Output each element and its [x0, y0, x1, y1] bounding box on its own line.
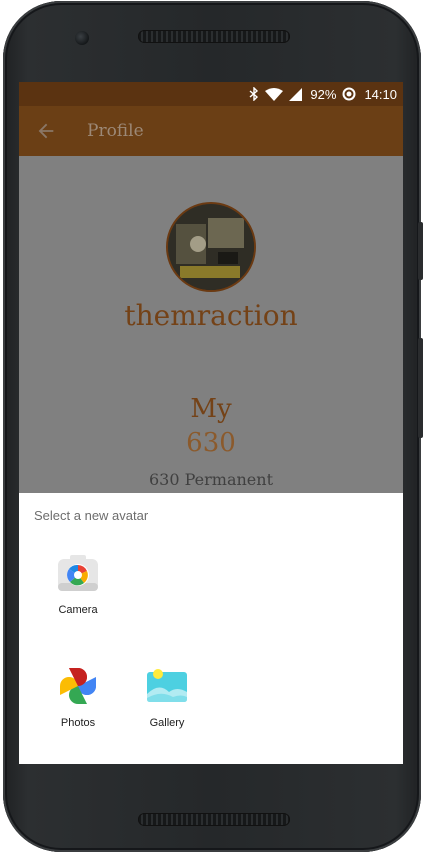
top-speaker: [138, 30, 290, 43]
camera-app-icon: [58, 555, 98, 591]
sheet-title: Select a new avatar: [34, 508, 149, 523]
points-count: 630: [186, 428, 236, 458]
screen: 92% 14:10 Profile themraction My 630 630…: [19, 82, 403, 764]
gallery-app-icon: [147, 669, 187, 702]
clock-text: 14:10: [364, 86, 397, 102]
photos-app-option[interactable]: Photos: [34, 664, 122, 729]
profile-content: themraction My 630 630 Permanent: [19, 156, 403, 496]
avatar-chooser-sheet: Select a new avatar Camera Photos Galler…: [19, 493, 403, 764]
camera-app-label: Camera: [58, 604, 98, 616]
power-button: [418, 222, 423, 280]
avatar-photo: [168, 204, 254, 290]
gallery-app-option[interactable]: Gallery: [123, 664, 211, 729]
gallery-app-label: Gallery: [149, 717, 185, 729]
cell-signal-icon: [289, 87, 303, 101]
bluetooth-icon: [249, 87, 259, 101]
photos-app-icon: [60, 668, 96, 704]
username: themraction: [124, 299, 298, 332]
status-bar: 92% 14:10: [19, 82, 403, 106]
sync-icon: [342, 87, 356, 101]
avatar[interactable]: [166, 202, 256, 292]
battery-text: 92%: [310, 86, 337, 102]
camera-app-option[interactable]: Camera: [34, 551, 122, 616]
volume-button: [418, 338, 423, 438]
page-title: Profile: [87, 121, 144, 141]
permanent-points: 630 Permanent: [148, 470, 273, 489]
front-camera: [75, 31, 89, 45]
bottom-speaker: [138, 813, 290, 826]
photos-app-label: Photos: [60, 717, 96, 729]
app-toolbar: Profile: [19, 106, 403, 156]
my-label: My: [190, 394, 232, 424]
wifi-icon: [265, 87, 284, 101]
arrow-back-icon[interactable]: [35, 120, 57, 142]
